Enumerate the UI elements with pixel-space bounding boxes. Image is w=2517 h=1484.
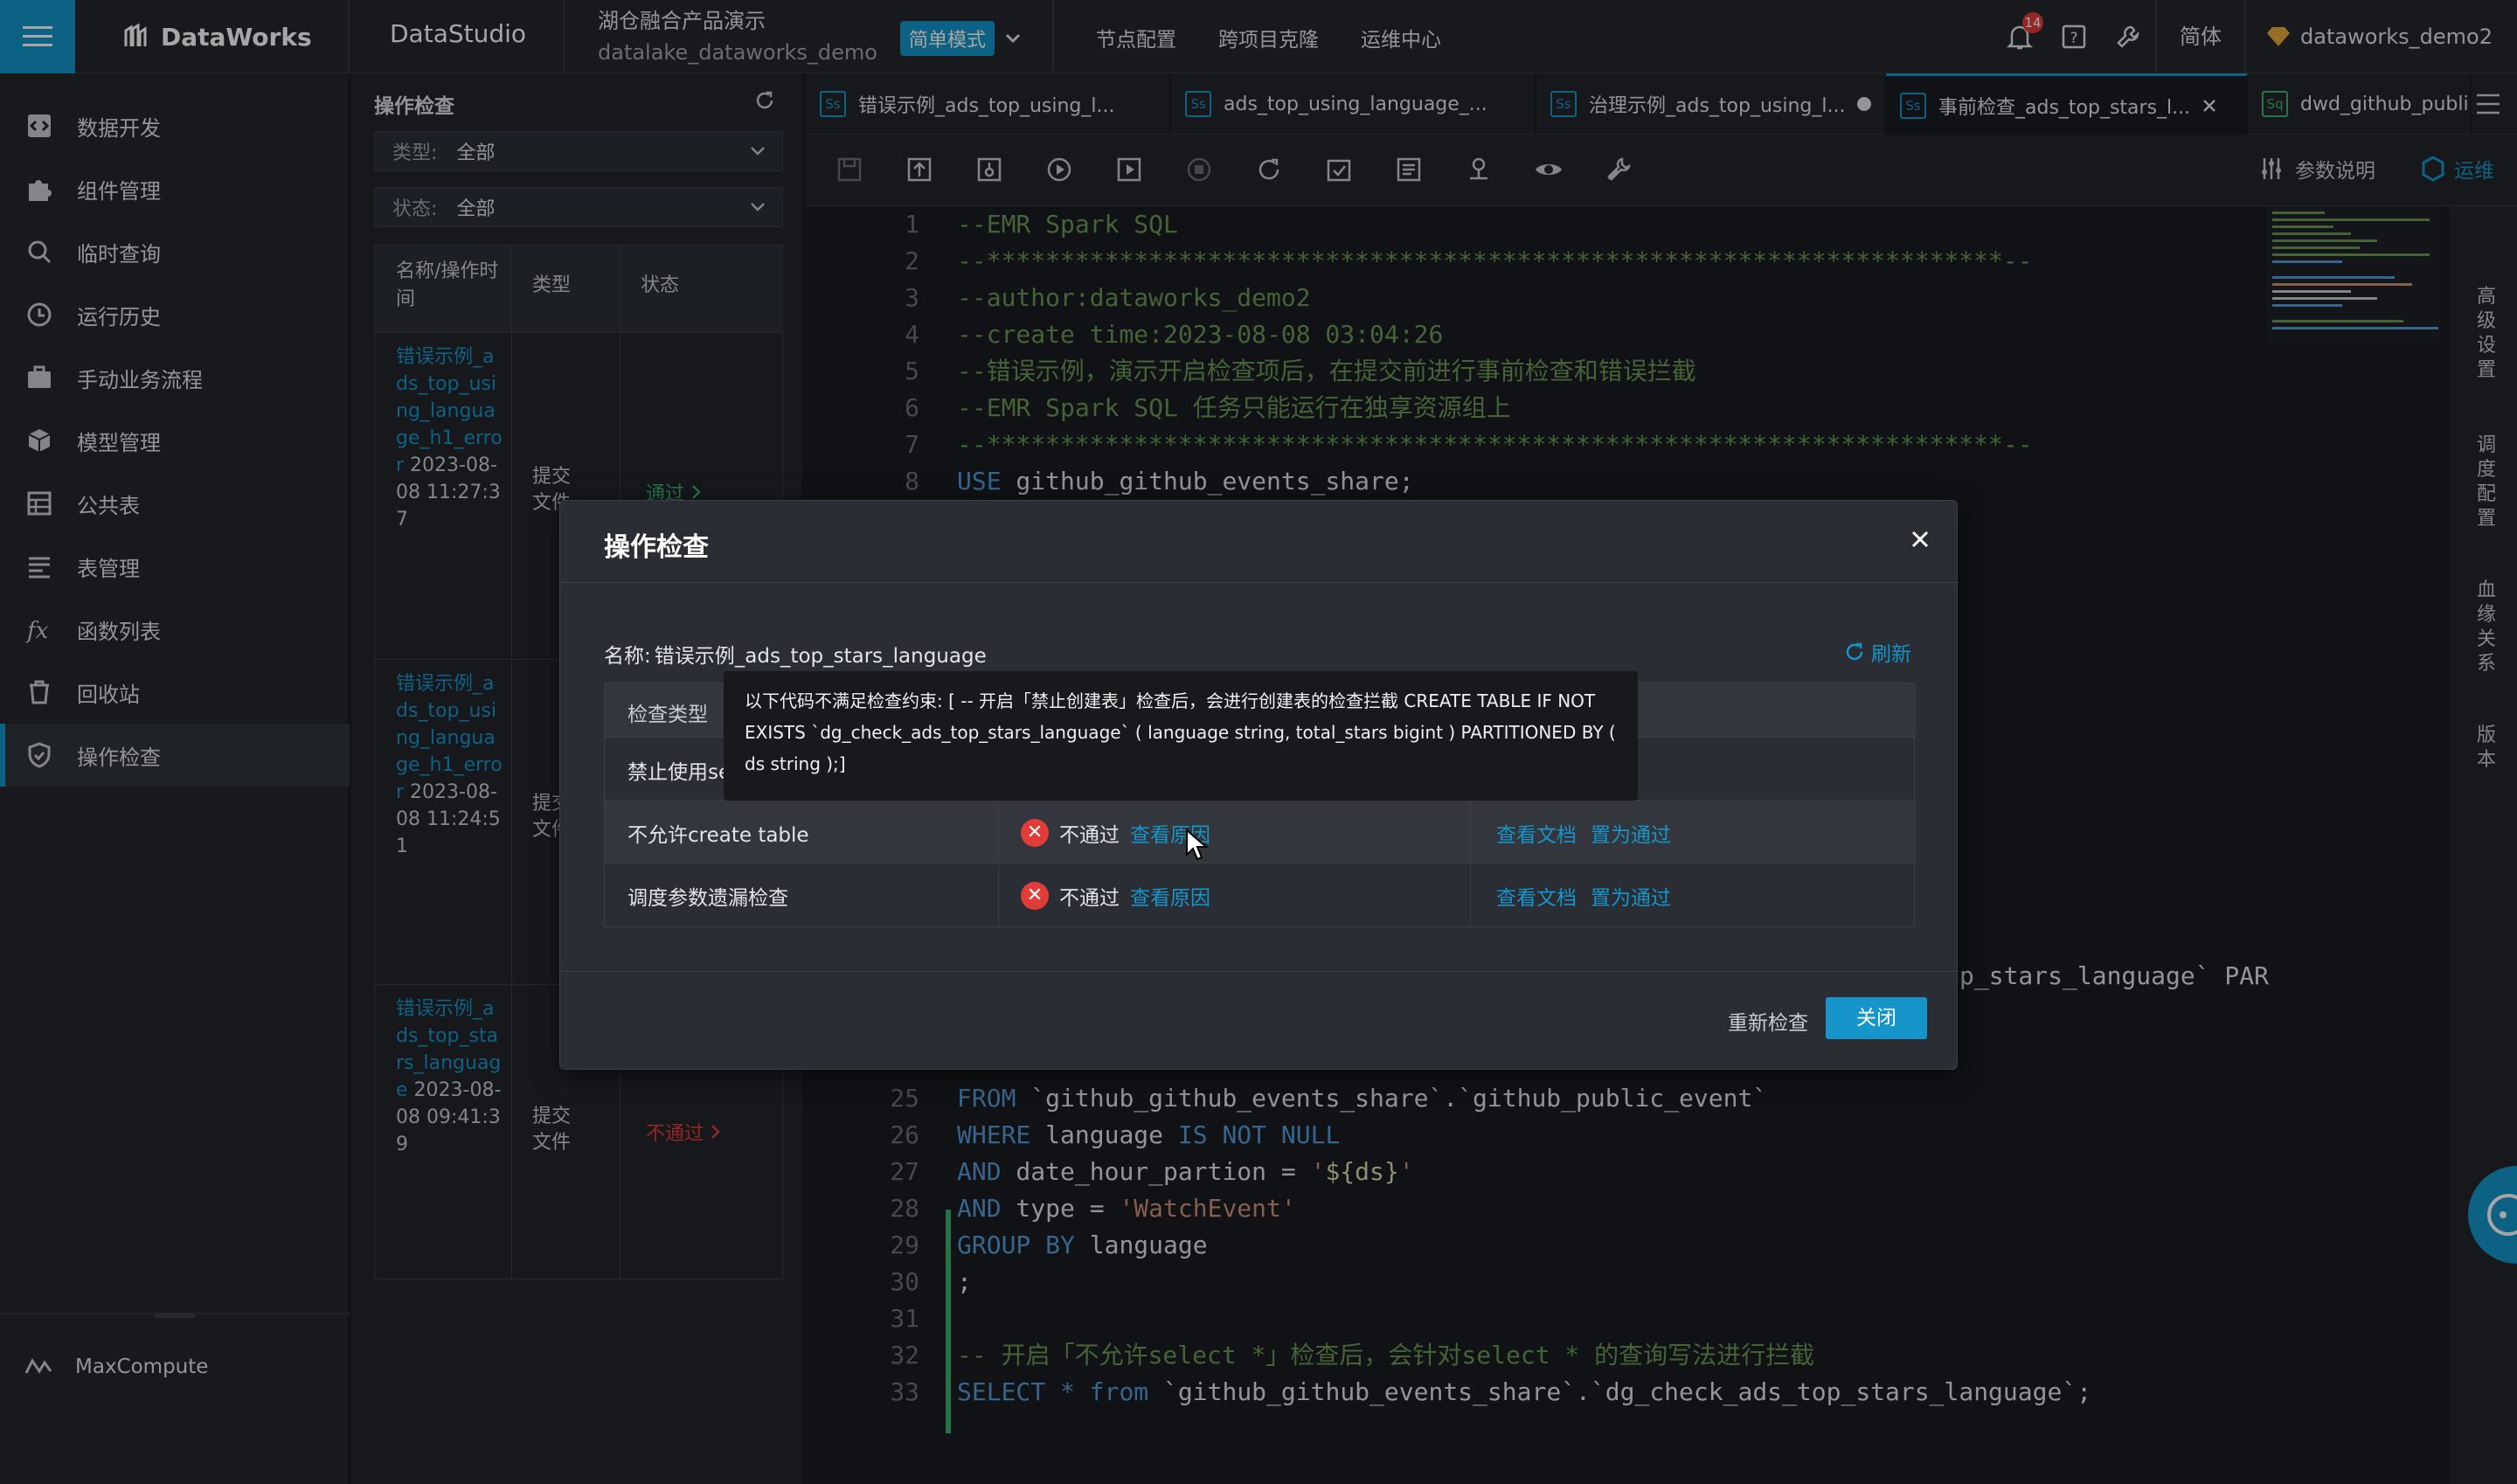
check-result: ✕ 不通过 查看原因 <box>1021 881 1210 911</box>
check-type-cell: 禁止使用se <box>628 761 732 784</box>
column-header-check-type: 检查类型 <box>628 704 708 726</box>
check-type-cell: 调度参数遗漏检查 <box>628 887 788 910</box>
mouse-cursor-icon <box>1186 829 1208 861</box>
refresh-icon <box>1846 642 1863 661</box>
view-doc-link[interactable]: 查看文档 <box>1496 881 1577 911</box>
close-button[interactable]: 关闭 <box>1826 997 1927 1039</box>
fail-x-icon: ✕ <box>1021 882 1049 910</box>
recheck-button[interactable]: 重新检查 <box>1728 1006 1808 1036</box>
mark-as-pass-link[interactable]: 置为通过 <box>1591 818 1671 848</box>
dialog-header <box>560 501 1959 583</box>
view-reason-link[interactable]: 查看原因 <box>1130 881 1210 911</box>
refresh-button[interactable]: 刷新 <box>1843 637 1911 667</box>
fail-x-icon: ✕ <box>1021 819 1049 847</box>
close-icon[interactable] <box>1910 529 1931 550</box>
view-doc-link[interactable]: 查看文档 <box>1496 818 1577 848</box>
dialog-title: 操作检查 <box>604 532 709 563</box>
check-target-name: 名称: 错误示例_ads_top_stars_language <box>604 645 987 668</box>
table-row: 不允许create table ✕ 不通过 查看原因 查看文档 置为通过 <box>605 801 1916 863</box>
reason-tooltip: 以下代码不满足检查约束: [ -- 开启「禁止创建表」检查后，会进行创建表的检查… <box>724 671 1638 801</box>
check-type-cell: 不允许create table <box>628 824 809 847</box>
dialog-footer-divider <box>560 971 1959 972</box>
table-row: 调度参数遗漏检查 ✕ 不通过 查看原因 查看文档 置为通过 <box>605 863 1916 928</box>
check-result: ✕ 不通过 查看原因 <box>1021 818 1210 848</box>
mark-as-pass-link[interactable]: 置为通过 <box>1591 881 1671 911</box>
